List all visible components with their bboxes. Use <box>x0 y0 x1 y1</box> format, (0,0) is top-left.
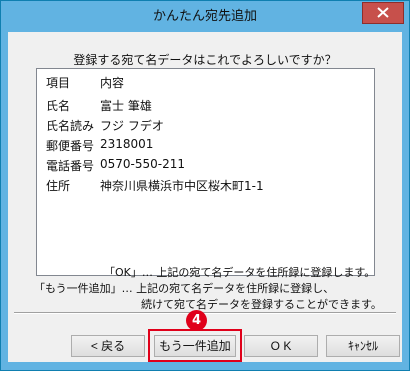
row-value: 神奈川県横浜市中区桜木町1-1 <box>100 179 264 193</box>
row-key: 氏名 <box>46 99 71 113</box>
list-row[interactable]: 電話番号 0570-550-211 <box>37 157 374 177</box>
list-row[interactable]: 氏名読み フジ フデオ <box>37 117 374 137</box>
back-button[interactable]: < 戻る <box>71 335 145 357</box>
row-value: フジ フデオ <box>100 119 164 133</box>
column-header-content: 内容 <box>100 76 125 90</box>
ok-button[interactable]: O K <box>244 335 318 357</box>
column-header-item: 項目 <box>46 76 71 90</box>
close-icon <box>377 7 389 18</box>
title-bar[interactable]: かんたん宛先追加 <box>1 1 409 32</box>
row-key: 郵便番号 <box>46 139 95 153</box>
confirm-question: 登録する宛て名データはこれでよろしいですか？ <box>73 53 337 67</box>
list-row[interactable]: 氏名 富士 筆雄 <box>37 97 374 117</box>
note-add-more: 「もう一件追加」… 上記の宛て名データを住所録に登録し、 <box>34 282 335 295</box>
dialog-body: 登録する宛て名データはこれでよろしいですか？ 項目 内容 氏名 富士 筆雄 氏名… <box>8 32 402 362</box>
list-row[interactable]: 住所 神奈川県横浜市中区桜木町1-1 <box>37 177 374 197</box>
list-row[interactable]: 郵便番号 2318001 <box>37 137 374 157</box>
row-key: 住所 <box>46 179 71 193</box>
window-title: かんたん宛先追加 <box>152 9 257 24</box>
cancel-button[interactable]: ｷｬﾝｾﾙ <box>326 335 400 357</box>
step-badge: 4 <box>186 310 207 331</box>
highlight-box <box>148 329 242 362</box>
row-key: 氏名読み <box>46 119 95 133</box>
address-data-list[interactable]: 項目 内容 氏名 富士 筆雄 氏名読み フジ フデオ 郵便番号 2318001 … <box>36 68 375 276</box>
row-key: 電話番号 <box>46 159 95 173</box>
list-header: 項目 内容 <box>37 74 374 90</box>
note-ok: 「OK」… 上記の宛て名データを住所録に登録します。 <box>104 266 376 279</box>
close-button[interactable] <box>362 2 404 24</box>
note-add-more-cont: 続けて宛て名データを登録することができます。 <box>141 298 382 311</box>
row-value: 2318001 <box>100 137 154 151</box>
row-value: 0570-550-211 <box>100 157 186 171</box>
dialog-window: かんたん宛先追加 登録する宛て名データはこれでよろしいですか？ 項目 内容 氏名… <box>0 0 410 371</box>
row-value: 富士 筆雄 <box>100 99 152 113</box>
